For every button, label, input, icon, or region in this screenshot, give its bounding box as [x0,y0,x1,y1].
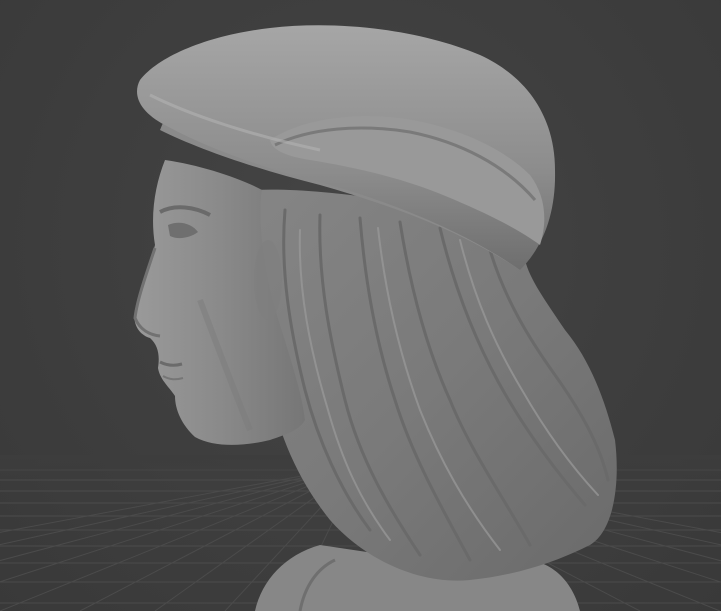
viewport-canvas[interactable] [0,0,721,611]
3d-viewport[interactable] [0,0,721,611]
sculpt-model[interactable] [133,25,617,611]
